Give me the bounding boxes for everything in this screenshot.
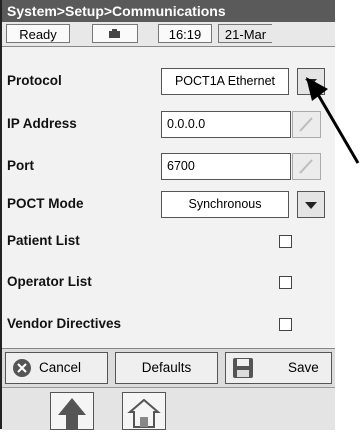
home-button[interactable] [122,392,166,430]
poct-mode-select[interactable]: Synchronous [161,191,289,218]
cancel-label: Cancel [39,360,82,375]
action-button-bar: Cancel Defaults Save [2,348,335,387]
protocol-row: Protocol POCT1A Ethernet [2,63,335,103]
vendor-directives-row: Vendor Directives [2,306,335,346]
protocol-label: Protocol [7,73,62,88]
floppy-disk-icon [233,358,253,378]
up-arrow-icon [58,398,86,429]
defaults-label: Defaults [141,360,192,375]
status-state: Ready [6,24,70,43]
poct-mode-row: POCT Mode Synchronous [2,186,335,226]
status-bar: Ready 16:19 21-Mar [2,22,335,47]
operator-list-row: Operator List [2,264,335,304]
back-up-button[interactable] [50,392,94,430]
ip-address-label: IP Address [7,116,77,131]
port-label: Port [7,158,34,173]
ip-address-field[interactable]: 0.0.0.0 [161,111,291,138]
navigation-bar [2,387,335,430]
cancel-button[interactable]: Cancel [5,352,108,384]
save-button[interactable]: Save [225,352,332,384]
protocol-select[interactable]: POCT1A Ethernet [161,68,289,95]
vendor-directives-checkbox[interactable] [279,318,292,331]
save-label: Save [288,360,319,375]
poct-mode-dropdown-button[interactable] [297,191,325,218]
status-time: 16:19 [158,24,212,43]
operator-list-label: Operator List [7,274,92,289]
defaults-button[interactable]: Defaults [115,352,218,384]
home-icon [127,398,161,428]
patient-list-checkbox[interactable] [279,235,292,248]
cancel-x-icon [13,359,31,377]
device-screen: System>Setup>Communications Ready 16:19 … [0,0,335,430]
ip-address-row: IP Address 0.0.0.0 [2,106,335,146]
operator-list-checkbox[interactable] [279,276,292,289]
vendor-directives-label: Vendor Directives [7,316,122,331]
port-field[interactable]: 6700 [161,153,291,180]
port-row: Port 6700 [2,148,335,188]
patient-list-row: Patient List [2,223,335,263]
breadcrumb: System>Setup>Communications [2,0,335,22]
poct-mode-label: POCT Mode [7,196,84,211]
battery-icon [92,24,138,43]
patient-list-label: Patient List [7,233,80,248]
status-date: 21-Mar [218,24,272,43]
pointer-arrow-icon [306,77,360,164]
